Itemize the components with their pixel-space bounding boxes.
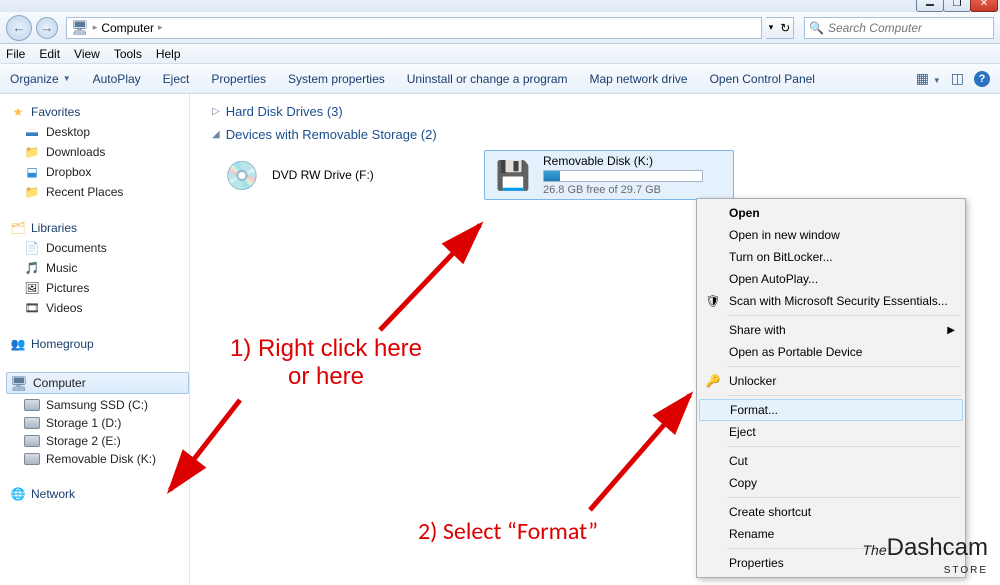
favorites-header[interactable]: ★Favorites: [10, 104, 189, 120]
libraries-icon: 🗂: [10, 220, 26, 236]
folder-icon: 📁: [24, 184, 40, 200]
sidebar-item-downloads[interactable]: 📁Downloads: [10, 142, 189, 162]
sidebar-item-drive-k[interactable]: Removable Disk (K:): [10, 450, 189, 468]
network-header[interactable]: 🌐Network: [10, 486, 189, 502]
drive-label: DVD RW Drive (F:): [272, 168, 374, 182]
category-removable[interactable]: ◢Devices with Removable Storage (2): [212, 127, 986, 142]
computer-header[interactable]: 🖥Computer: [6, 372, 189, 394]
context-item[interactable]: Share with▶: [699, 319, 963, 341]
sidebar-item-drive-e[interactable]: Storage 2 (E:): [10, 432, 189, 450]
computer-icon: 🖥: [11, 375, 27, 391]
address-dropdown[interactable]: ▾↻: [766, 17, 794, 39]
drive-icon: [24, 399, 40, 411]
chevron-right-icon: ▸: [158, 22, 163, 33]
search-icon: 🔍: [809, 21, 824, 35]
star-icon: ★: [10, 104, 26, 120]
computer-icon: 🖥: [71, 19, 89, 36]
context-item[interactable]: Open AutoPlay...: [699, 268, 963, 290]
autoplay-button[interactable]: AutoPlay: [93, 72, 141, 86]
videos-icon: 🎞: [24, 300, 40, 316]
drive-icon: [24, 453, 40, 465]
music-icon: 🎵: [24, 260, 40, 276]
context-item[interactable]: Format...: [699, 399, 963, 421]
network-icon: 🌐: [10, 486, 26, 502]
address-segment[interactable]: Computer: [101, 21, 154, 35]
window-titlebar: ❐ ✕: [0, 0, 1000, 12]
search-box[interactable]: 🔍: [804, 17, 994, 39]
search-input[interactable]: [828, 21, 989, 35]
collapse-icon: ▷: [212, 106, 220, 117]
organize-button[interactable]: Organize ▼: [10, 72, 71, 86]
desktop-icon: ▬: [24, 124, 40, 140]
navigation-pane: ★Favorites ▬Desktop 📁Downloads ⬓Dropbox …: [0, 94, 190, 585]
removable-drive-icon: 💾: [493, 156, 533, 194]
menu-edit[interactable]: Edit: [39, 47, 60, 61]
menu-tools[interactable]: Tools: [114, 47, 142, 61]
sidebar-item-pictures[interactable]: 🖼Pictures: [10, 278, 189, 298]
context-item[interactable]: Open as Portable Device: [699, 341, 963, 363]
sidebar-item-desktop[interactable]: ▬Desktop: [10, 122, 189, 142]
map-drive-button[interactable]: Map network drive: [590, 72, 688, 86]
drive-icon: [24, 435, 40, 447]
drive-freespace: 26.8 GB free of 29.7 GB: [543, 184, 703, 196]
watermark-logo: TheDashcam STORE: [863, 534, 989, 577]
uninstall-button[interactable]: Uninstall or change a program: [407, 72, 568, 86]
address-bar[interactable]: 🖥 ▸ Computer ▸: [66, 17, 762, 39]
back-button[interactable]: ←: [6, 15, 32, 41]
menu-file[interactable]: File: [6, 47, 25, 61]
eject-button[interactable]: Eject: [163, 72, 190, 86]
folder-icon: 📁: [24, 144, 40, 160]
dropbox-icon: ⬓: [24, 164, 40, 180]
context-item[interactable]: 🔑Unlocker: [699, 370, 963, 392]
drive-tile-dvd[interactable]: 💿 DVD RW Drive (F:): [214, 150, 464, 200]
sidebar-item-drive-c[interactable]: Samsung SSD (C:): [10, 396, 189, 414]
sidebar-item-drive-d[interactable]: Storage 1 (D:): [10, 414, 189, 432]
collapse-icon: ◢: [212, 129, 220, 140]
context-item[interactable]: 🛡Scan with Microsoft Security Essentials…: [699, 290, 963, 312]
help-button[interactable]: ?: [974, 71, 990, 87]
libraries-header[interactable]: 🗂Libraries: [10, 220, 189, 236]
context-item[interactable]: Turn on BitLocker...: [699, 246, 963, 268]
context-menu: OpenOpen in new windowTurn on BitLocker.…: [696, 198, 966, 578]
homegroup-header[interactable]: 👥Homegroup: [10, 336, 189, 352]
context-item[interactable]: Create shortcut: [699, 501, 963, 523]
close-button[interactable]: ✕: [970, 0, 998, 12]
forward-button[interactable]: →: [36, 17, 58, 39]
menu-help[interactable]: Help: [156, 47, 181, 61]
restore-button[interactable]: ❐: [943, 0, 971, 12]
drive-tile-removable[interactable]: 💾 Removable Disk (K:) 26.8 GB free of 29…: [484, 150, 734, 200]
pictures-icon: 🖼: [24, 280, 40, 296]
command-bar: Organize ▼ AutoPlay Eject Properties Sys…: [0, 64, 1000, 94]
context-item[interactable]: Eject: [699, 421, 963, 443]
preview-pane-button[interactable]: ◫: [951, 70, 964, 87]
sidebar-item-music[interactable]: 🎵Music: [10, 258, 189, 278]
category-hdd[interactable]: ▷Hard Disk Drives (3): [212, 104, 986, 119]
menu-bar: File Edit View Tools Help: [0, 44, 1000, 64]
documents-icon: 📄: [24, 240, 40, 256]
control-panel-button[interactable]: Open Control Panel: [710, 72, 815, 86]
context-item[interactable]: Open: [699, 202, 963, 224]
homegroup-icon: 👥: [10, 336, 26, 352]
drive-label: Removable Disk (K:): [543, 154, 703, 168]
minimize-button[interactable]: [916, 0, 944, 12]
nav-bar: ← → 🖥 ▸ Computer ▸ ▾↻ 🔍: [0, 12, 1000, 44]
context-item[interactable]: Cut: [699, 450, 963, 472]
properties-button[interactable]: Properties: [211, 72, 266, 86]
drive-icon: [24, 417, 40, 429]
view-options-button[interactable]: ▦ ▼: [916, 70, 941, 87]
context-item[interactable]: Copy: [699, 472, 963, 494]
sidebar-item-documents[interactable]: 📄Documents: [10, 238, 189, 258]
chevron-right-icon: ▸: [93, 22, 98, 33]
context-item[interactable]: Open in new window: [699, 224, 963, 246]
sidebar-item-videos[interactable]: 🎞Videos: [10, 298, 189, 318]
storage-bar: [543, 170, 703, 182]
dvd-drive-icon: 💿: [222, 156, 262, 194]
system-properties-button[interactable]: System properties: [288, 72, 385, 86]
menu-view[interactable]: View: [74, 47, 100, 61]
sidebar-item-recent[interactable]: 📁Recent Places: [10, 182, 189, 202]
sidebar-item-dropbox[interactable]: ⬓Dropbox: [10, 162, 189, 182]
